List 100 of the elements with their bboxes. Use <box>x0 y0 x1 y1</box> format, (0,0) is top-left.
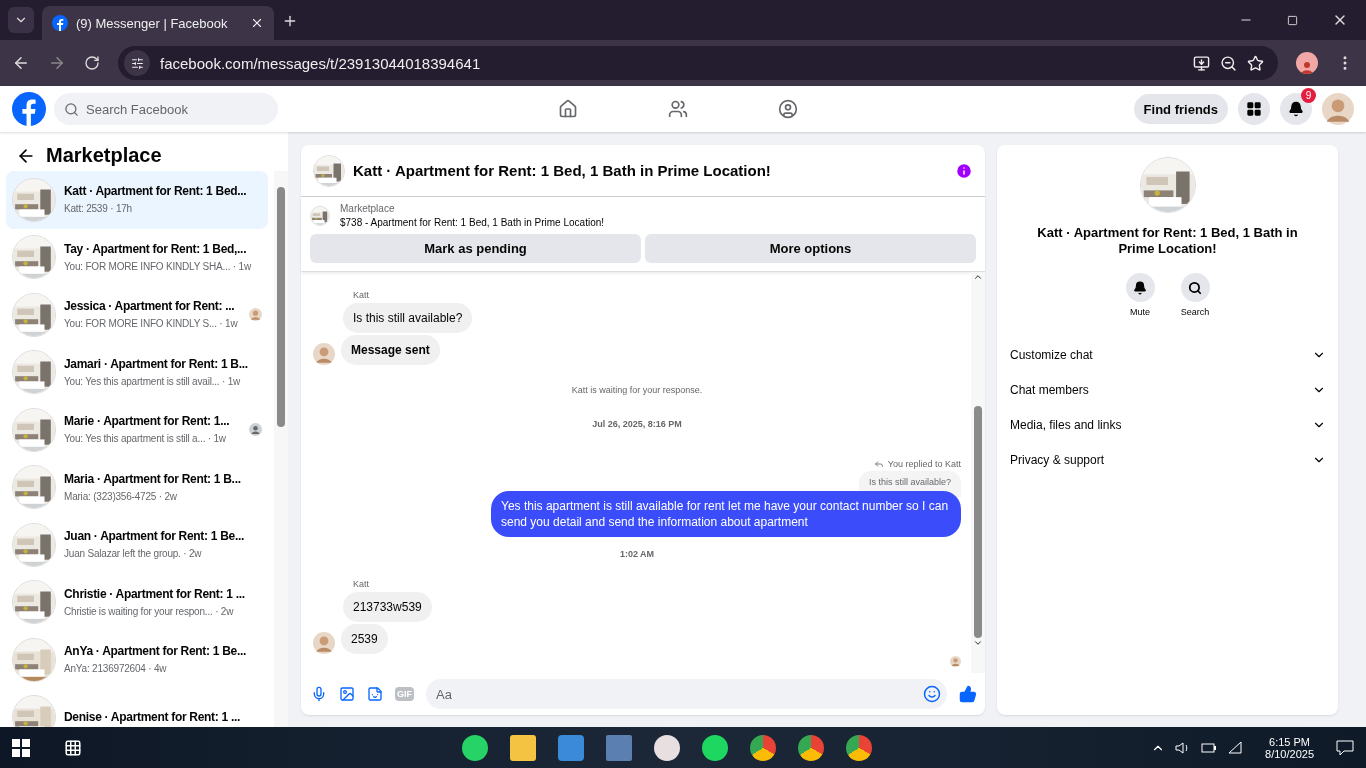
address-bar[interactable]: facebook.com/messages/t/23913044018394641 <box>118 46 1278 80</box>
spotify-icon[interactable] <box>702 734 728 761</box>
chrome-icon[interactable] <box>798 734 824 761</box>
close-icon[interactable] <box>250 16 264 30</box>
details-section[interactable]: Privacy & support <box>1009 442 1326 477</box>
scrollbar[interactable] <box>274 171 288 727</box>
sticker-icon[interactable] <box>367 686 383 702</box>
store-icon[interactable] <box>558 734 584 761</box>
conversation-item[interactable]: AnYa · Apartment for Rent: 1 Be... AnYa: 2136972604 · 4w <box>6 631 268 689</box>
conversation-name: Katt · Apartment for Rent: 1 Bed... <box>64 184 247 200</box>
button-label: Search <box>1180 307 1210 317</box>
browser-tab[interactable]: (9) Messenger | Facebook <box>42 6 274 40</box>
details-title: Katt · Apartment for Rent: 1 Bed, 1 Bath in Prime Location! <box>1036 225 1299 257</box>
install-icon[interactable] <box>1193 54 1210 72</box>
conversation-item[interactable]: Jamari · Apartment for Rent: 1 B... You: Yes this apartment is still avail... · 1w <box>6 343 268 401</box>
back-icon[interactable] <box>12 54 30 72</box>
conversation-preview: AnYa: 2136972604 · 4w <box>64 662 167 676</box>
site-settings-button[interactable] <box>124 50 150 76</box>
tab-search-button[interactable] <box>8 7 34 33</box>
facebook-logo[interactable] <box>12 92 46 126</box>
chrome-icon[interactable] <box>750 734 776 761</box>
conversation-name: Denise · Apartment for Rent: 1 ... <box>64 709 241 725</box>
conversation-item[interactable]: Marie · Apartment for Rent: 1... You: Yes this apartment is still a... · 1w <box>6 401 268 459</box>
conversation-item[interactable]: Tay · Apartment for Rent: 1 Bed,... You: FOR MORE INFO KINDLY SHA... · 1w <box>6 228 268 286</box>
reply-icon <box>873 459 884 469</box>
notifications-button[interactable] <box>1280 93 1312 125</box>
conversation-preview: You: FOR MORE INFO KINDLY S... · 1w <box>64 317 238 331</box>
mute-button[interactable] <box>1125 273 1155 302</box>
details-section[interactable]: Customize chat <box>1009 337 1326 372</box>
folder-icon[interactable] <box>510 734 536 761</box>
sender-name: Katt <box>353 290 370 300</box>
app-icon[interactable] <box>654 734 680 761</box>
conversation-item[interactable]: Christie · Apartment for Rent: 1 ... Christie is waiting for your respon... · 2w <box>6 573 268 631</box>
info-icon[interactable] <box>955 161 973 180</box>
details-section[interactable]: Media, files and links <box>1009 407 1326 442</box>
conversation-name: Jamari · Apartment for Rent: 1 B... <box>64 356 248 372</box>
conversation-name: Juan · Apartment for Rent: 1 Be... <box>64 529 245 545</box>
scroll-up-icon[interactable] <box>973 272 983 282</box>
chrome-icon[interactable] <box>846 734 872 761</box>
settings-icon <box>130 56 144 70</box>
user-icon <box>249 423 262 437</box>
emoji-icon[interactable] <box>923 685 941 703</box>
menu-button[interactable] <box>1238 93 1270 125</box>
message-bubble: 213733w539 <box>343 592 432 622</box>
microphone-icon[interactable] <box>311 686 327 702</box>
conversation-name: AnYa · Apartment for Rent: 1 Be... <box>64 644 247 660</box>
home-icon[interactable] <box>558 99 578 119</box>
task-view-icon[interactable] <box>64 738 82 757</box>
listing-title[interactable]: $738 - Apartment for Rent: 1 Bed, 1 Bath in Prime Location! <box>340 217 605 228</box>
section-label: Media, files and links <box>1010 417 1122 432</box>
message-bubble: Yes this apartment is still available for rent let me have your contact number so I can send you detail and send the information about apartment <box>491 491 961 537</box>
scrollbar[interactable] <box>971 272 985 673</box>
battery-icon[interactable] <box>1201 742 1218 753</box>
button-label: Mute <box>1130 307 1150 317</box>
whatsapp-icon[interactable] <box>462 734 488 761</box>
conversation-item[interactable]: Maria · Apartment for Rent: 1 B... Maria: (323)356-4725 · 2w <box>6 458 268 516</box>
groups-icon[interactable] <box>778 99 798 119</box>
reload-icon[interactable] <box>84 55 100 71</box>
conversation-name: Tay · Apartment for Rent: 1 Bed,... <box>64 241 247 257</box>
image-icon[interactable] <box>339 686 355 702</box>
clock-time: 6:15 PM <box>1269 735 1310 748</box>
conversation-name: Jessica · Apartment for Rent: ... <box>64 299 235 315</box>
notification-icon[interactable] <box>1336 739 1354 756</box>
bookmark-icon[interactable] <box>1247 54 1264 72</box>
search-field[interactable]: Search Facebook <box>54 93 278 125</box>
conversation-item[interactable]: Jessica · Apartment for Rent: ... You: FOR MORE INFO KINDLY S... · 1w <box>6 286 268 344</box>
section-label: Chat members <box>1010 382 1089 397</box>
action-button[interactable]: Mark as pending <box>310 234 641 263</box>
profile-icon[interactable] <box>1296 52 1318 74</box>
search-icon <box>1188 280 1202 295</box>
message-input[interactable]: Aa <box>426 679 947 709</box>
reply-label: You replied to Katt <box>887 459 961 469</box>
scroll-down-icon[interactable] <box>973 638 983 648</box>
conversation-preview: Maria: (323)356-4725 · 2w <box>64 489 177 503</box>
grid-icon <box>1246 101 1262 117</box>
zoom-icon[interactable] <box>1220 54 1237 72</box>
action-button[interactable]: More options <box>645 234 976 263</box>
maximize-icon[interactable] <box>1287 14 1298 26</box>
search-icon <box>64 101 79 117</box>
tab-title: (9) Messenger | Facebook <box>76 15 229 31</box>
conversation-item[interactable]: Katt · Apartment for Rent: 1 Bed... Katt: 2539 · 17h <box>6 171 268 229</box>
timestamp: 1:02 AM <box>619 549 655 559</box>
new-tab-icon[interactable] <box>282 13 298 29</box>
sender-name: Katt <box>353 579 370 589</box>
friends-icon[interactable] <box>668 99 688 119</box>
find-friends-button[interactable]: Find friends <box>1133 94 1228 124</box>
bell-icon <box>1133 280 1147 295</box>
chat-title: Katt · Apartment for Rent: 1 Bed, 1 Bath in Prime Location! <box>353 162 772 179</box>
section-label: Customize chat <box>1010 347 1093 362</box>
conversation-item[interactable]: Juan · Apartment for Rent: 1 Be... Juan Salazar left the group. · 2w <box>6 516 268 574</box>
wifi-icon[interactable] <box>1227 740 1244 755</box>
search-button[interactable] <box>1180 273 1210 302</box>
conversation-preview: You: Yes this apartment is still avail... · 1w <box>64 374 241 388</box>
windows-icon[interactable] <box>12 738 30 757</box>
like-icon[interactable] <box>959 685 977 703</box>
details-section[interactable]: Chat members <box>1009 372 1326 407</box>
timestamp: Jul 26, 2025, 8:16 PM <box>592 419 682 429</box>
message-bubble: Is this still available? <box>343 303 473 333</box>
message-bubble: 2539 <box>341 624 388 654</box>
forward-icon[interactable] <box>48 54 66 72</box>
